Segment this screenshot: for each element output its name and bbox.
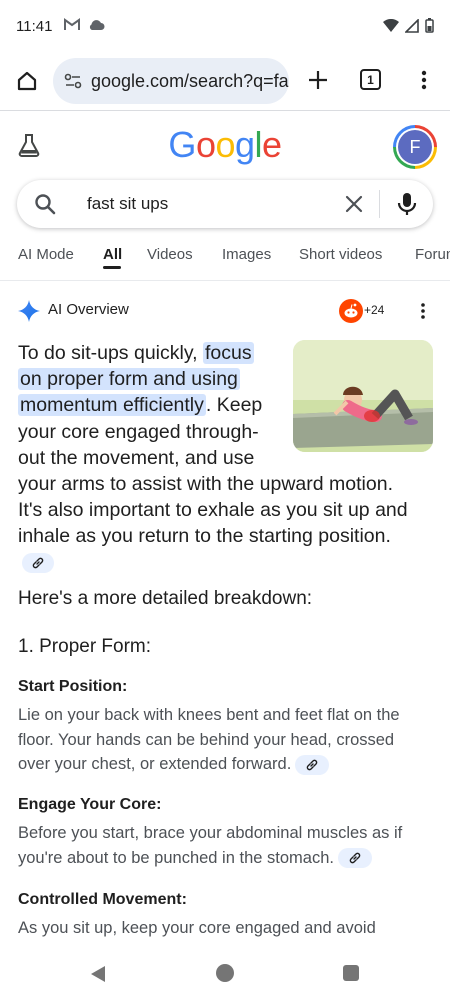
overview-rest: your arms to assist with the upward moti… xyxy=(18,471,413,576)
search-icon xyxy=(35,194,56,215)
search-tabs: AI Mode All Videos Images Short videos F… xyxy=(0,238,450,278)
item-title-engage-core: Engage Your Core: xyxy=(18,796,162,813)
item-text-start-position: Lie on your back with knees bent and fee… xyxy=(18,703,428,777)
plus-icon xyxy=(309,71,327,89)
situp-illustration xyxy=(293,340,433,452)
tab-images[interactable]: Images xyxy=(222,246,271,263)
mic-icon[interactable] xyxy=(394,191,420,217)
battery-icon xyxy=(425,18,434,33)
back-icon[interactable] xyxy=(90,965,106,983)
reddit-source-icon[interactable] xyxy=(339,299,363,323)
intro-line3-after: . Keep xyxy=(205,394,263,417)
logo-letter: o xyxy=(215,124,235,165)
item-title-controlled-movement: Controlled Movement: xyxy=(18,891,187,908)
wifi-icon xyxy=(383,18,399,32)
logo-letter: G xyxy=(168,124,196,165)
home-nav-icon[interactable] xyxy=(216,964,234,982)
section-heading: 1. Proper Form: xyxy=(18,636,152,657)
tabs-divider xyxy=(0,280,450,281)
highlight-1: focus xyxy=(202,342,254,364)
clear-icon[interactable] xyxy=(342,192,366,216)
avatar-letter: F xyxy=(398,130,432,164)
system-icons xyxy=(383,18,434,33)
site-settings-icon[interactable] xyxy=(63,71,83,91)
gmail-icon xyxy=(64,18,80,30)
browser-toolbar: google.com/search?q=fast+sit+ups 1 xyxy=(0,52,450,110)
highlight-2: on proper form and using xyxy=(18,368,240,391)
logo-letter: o xyxy=(195,124,216,165)
search-input[interactable]: fast sit ups xyxy=(87,194,168,214)
more-options-icon[interactable] xyxy=(418,301,428,321)
link-icon xyxy=(32,558,44,569)
toolbar-divider xyxy=(0,110,450,111)
ai-overview-label: AI Overview xyxy=(48,301,129,318)
cloud-icon xyxy=(89,19,105,30)
more-vert-icon xyxy=(421,70,427,90)
new-tab-button[interactable] xyxy=(302,64,334,96)
item-title-start-position: Start Position: xyxy=(18,678,128,695)
logo-letter: e xyxy=(262,124,282,165)
source-count[interactable]: +24 xyxy=(364,303,384,317)
home-icon xyxy=(17,71,37,91)
account-avatar[interactable]: F xyxy=(393,125,437,169)
highlight-3: momentum efficiently xyxy=(18,394,206,417)
breakdown-intro: Here's a more detailed breakdown: xyxy=(18,588,313,609)
status-time: 11:41 xyxy=(16,18,53,35)
citation-link-button[interactable] xyxy=(295,754,330,775)
browser-menu-button[interactable] xyxy=(410,66,438,94)
status-bar: 11:41 xyxy=(0,0,450,52)
signal-icon xyxy=(405,18,419,33)
home-button[interactable] xyxy=(10,64,44,98)
citation-link-button[interactable] xyxy=(22,553,54,574)
search-box[interactable]: fast sit ups xyxy=(17,180,433,228)
item-text-0: Lie on your back with knees bent and fee… xyxy=(18,706,400,773)
item-text-engage-core: Before you start, brace your abdominal m… xyxy=(18,821,428,870)
tab-switcher-button[interactable]: 1 xyxy=(360,69,381,90)
link-icon xyxy=(349,852,361,864)
tab-short-videos[interactable]: Short videos xyxy=(299,246,382,263)
active-tab-indicator xyxy=(103,266,121,269)
reddit-alien-icon xyxy=(344,303,358,318)
intro-text: To do sit-ups quickly, xyxy=(18,342,203,364)
address-bar[interactable]: google.com/search?q=fast+sit+ups xyxy=(53,58,289,104)
ai-sparkle-icon xyxy=(18,300,40,322)
google-logo[interactable]: Google xyxy=(0,124,450,166)
tab-forums[interactable]: Forums xyxy=(415,246,450,263)
tab-ai-mode[interactable]: AI Mode xyxy=(18,246,74,263)
system-navigation-bar xyxy=(0,945,450,1000)
url-text: google.com/search?q=fast+sit+ups xyxy=(91,70,289,91)
logo-letter: l xyxy=(254,124,263,165)
recents-icon[interactable] xyxy=(343,965,359,981)
search-divider xyxy=(379,190,380,218)
link-icon xyxy=(307,759,318,770)
logo-letter: g xyxy=(235,124,255,165)
notification-icons xyxy=(64,18,105,31)
tab-all[interactable]: All xyxy=(103,246,122,263)
tab-videos[interactable]: Videos xyxy=(147,246,193,263)
citation-link-button[interactable] xyxy=(337,848,372,869)
situp-illustration-image[interactable] xyxy=(293,340,433,452)
overview-rest-text: your arms to assist with the upward moti… xyxy=(18,473,408,548)
